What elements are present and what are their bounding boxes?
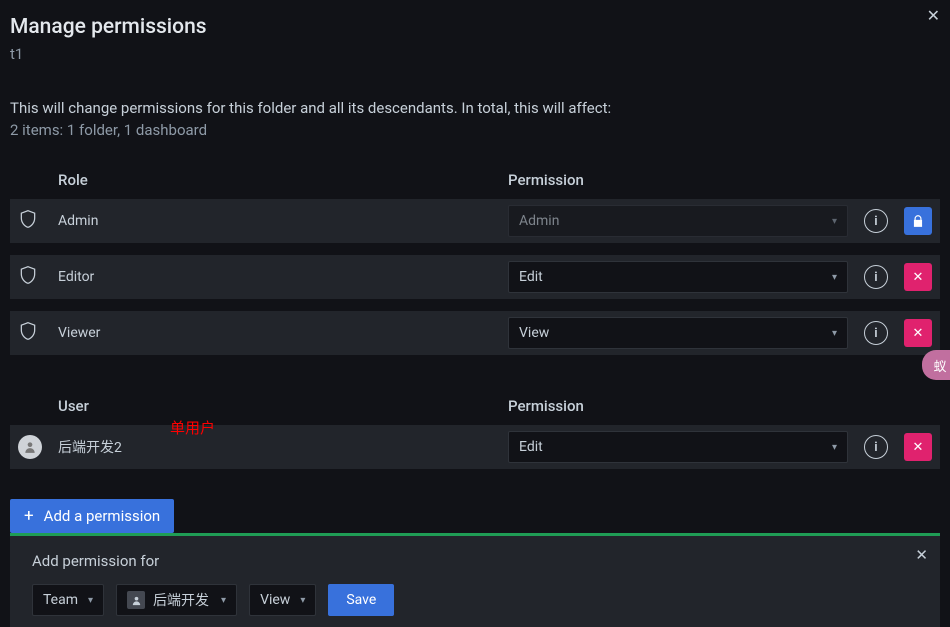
chevron-down-icon: ▾ xyxy=(221,595,226,606)
add-permission-panel: ✕ Add permission for Team ▾ 后端开发 ▾ View … xyxy=(10,533,940,627)
save-button[interactable]: Save xyxy=(328,584,394,616)
team-avatar-icon xyxy=(127,591,145,609)
page-subtitle: t1 xyxy=(10,45,940,63)
info-icon[interactable]: i xyxy=(864,321,888,345)
chevron-down-icon: ▾ xyxy=(832,216,837,227)
permission-select[interactable]: Edit ▾ xyxy=(508,431,848,463)
chevron-down-icon: ▾ xyxy=(832,272,837,283)
chevron-down-icon: ▾ xyxy=(832,328,837,339)
floating-badge[interactable]: 蚁 xyxy=(922,350,950,380)
users-col-user: User xyxy=(50,387,500,425)
permission-value: View xyxy=(519,325,549,341)
target-select[interactable]: 后端开发 ▾ xyxy=(116,584,237,616)
new-permission-select[interactable]: View ▾ xyxy=(249,584,316,616)
users-table: User Permission 后端开发2 Edit ▾ i ✕ xyxy=(10,387,940,469)
role-name: Editor xyxy=(50,255,500,299)
user-name: 后端开发2 xyxy=(50,425,500,469)
add-permission-button[interactable]: + Add a permission xyxy=(10,499,174,533)
scope-value: Team xyxy=(43,592,78,608)
permission-value: Admin xyxy=(519,213,559,229)
page-title: Manage permissions xyxy=(10,15,940,39)
shield-icon xyxy=(18,329,38,345)
lock-icon xyxy=(904,207,932,235)
permission-select[interactable]: Edit ▾ xyxy=(508,261,848,293)
role-row-viewer: Viewer View ▾ i ✕ xyxy=(10,311,940,355)
info-icon[interactable]: i xyxy=(864,209,888,233)
warning-text: This will change permissions for this fo… xyxy=(10,99,940,117)
avatar-icon xyxy=(18,435,42,459)
scope-select[interactable]: Team ▾ xyxy=(32,584,104,616)
remove-button[interactable]: ✕ xyxy=(904,319,932,347)
close-icon[interactable]: ✕ xyxy=(927,6,940,25)
chevron-down-icon: ▾ xyxy=(300,595,305,606)
add-panel-title: Add permission for xyxy=(32,552,918,570)
permission-select[interactable]: View ▾ xyxy=(508,317,848,349)
dialog-header: Manage permissions t1 xyxy=(0,0,950,69)
role-name: Viewer xyxy=(50,311,500,355)
permission-select: Admin ▾ xyxy=(508,205,848,237)
info-icon[interactable]: i xyxy=(864,435,888,459)
dialog-content: This will change permissions for this fo… xyxy=(0,69,950,543)
plus-icon: + xyxy=(24,508,34,525)
target-value: 后端开发 xyxy=(153,590,209,610)
new-permission-value: View xyxy=(260,592,290,608)
shield-icon xyxy=(18,273,38,289)
shield-icon xyxy=(18,217,38,233)
permission-value: Edit xyxy=(519,439,543,455)
users-col-permission: Permission xyxy=(500,387,856,425)
chevron-down-icon: ▾ xyxy=(88,595,93,606)
role-row-admin: Admin Admin ▾ i xyxy=(10,199,940,243)
roles-table: Role Permission Admin Admin ▾ i xyxy=(10,161,940,355)
remove-button[interactable]: ✕ xyxy=(904,433,932,461)
role-row-editor: Editor Edit ▾ i ✕ xyxy=(10,255,940,299)
permission-value: Edit xyxy=(519,269,543,285)
roles-col-permission: Permission xyxy=(500,161,856,199)
add-permission-label: Add a permission xyxy=(44,507,161,525)
close-icon[interactable]: ✕ xyxy=(915,546,928,564)
user-row: 后端开发2 Edit ▾ i ✕ xyxy=(10,425,940,469)
annotation-single-user: 单用户 xyxy=(170,417,215,438)
chevron-down-icon: ▾ xyxy=(832,442,837,453)
warning-summary: 2 items: 1 folder, 1 dashboard xyxy=(10,121,940,139)
info-icon[interactable]: i xyxy=(864,265,888,289)
remove-button[interactable]: ✕ xyxy=(904,263,932,291)
roles-col-role: Role xyxy=(50,161,500,199)
role-name: Admin xyxy=(50,199,500,243)
